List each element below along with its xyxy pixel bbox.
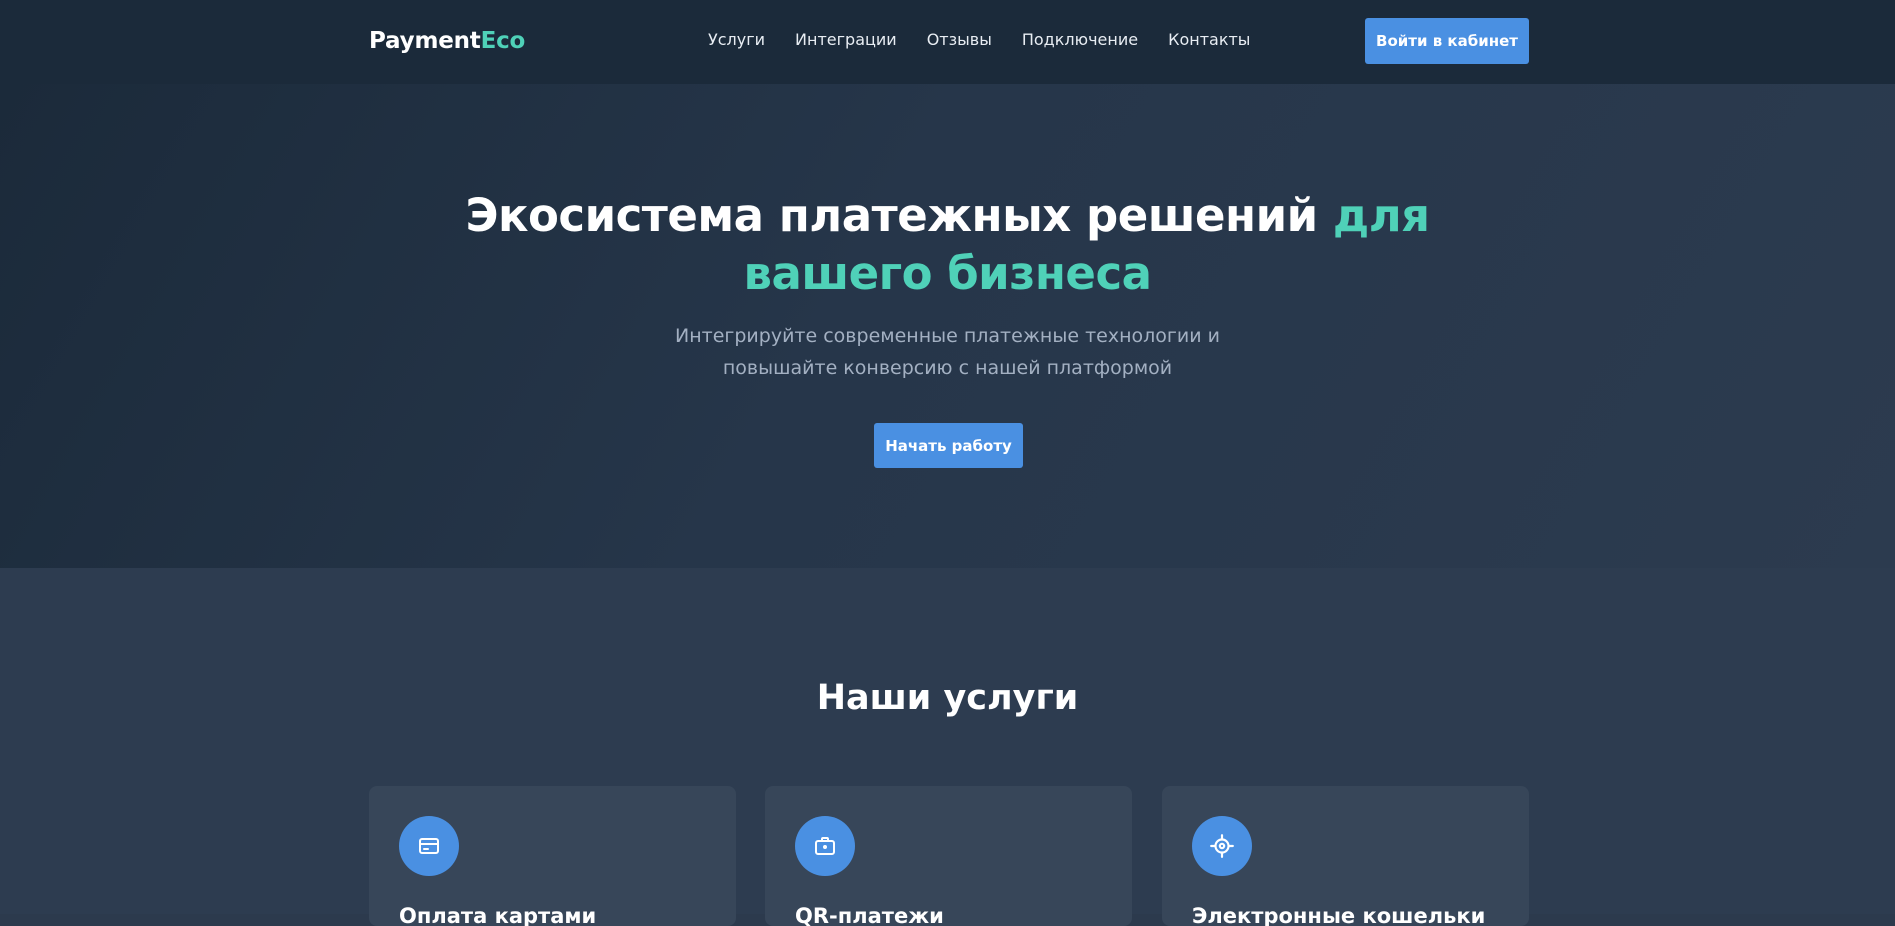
nav-link-integrations[interactable]: Интеграции: [795, 30, 897, 49]
service-card-qr[interactable]: QR-платежи: [765, 786, 1132, 926]
services-title: Наши услуги: [816, 678, 1079, 718]
service-card-title: Электронные кошельки: [1192, 904, 1486, 926]
hero-subtitle: Интегрируйте современные платежные техно…: [675, 325, 1220, 379]
service-card-title: Оплата картами: [399, 904, 597, 926]
hero-section: Экосистема платежных решений для вашего …: [0, 84, 1895, 568]
logo[interactable]: PaymentEco: [369, 28, 525, 54]
target-icon: [1192, 816, 1252, 876]
hero-title: Экосистема платежных решений для вашего …: [380, 187, 1515, 303]
nav-link-contacts[interactable]: Контакты: [1168, 30, 1250, 49]
credit-card-icon: [399, 816, 459, 876]
start-button[interactable]: Начать работу: [874, 423, 1023, 468]
main-nav: Услуги Интеграции Отзывы Подключение Кон…: [708, 30, 1250, 49]
logo-main: Payment: [369, 28, 481, 54]
hero-title-main: Экосистема платежных решений: [465, 189, 1333, 242]
site-header: PaymentEco Услуги Интеграции Отзывы Подк…: [0, 0, 1895, 84]
header-container: PaymentEco Услуги Интеграции Отзывы Подк…: [369, 0, 1529, 84]
service-card-wallets[interactable]: Электронные кошельки: [1162, 786, 1529, 926]
nav-link-services[interactable]: Услуги: [708, 30, 765, 49]
service-card-title: QR-платежи: [795, 904, 944, 926]
logo-accent: Eco: [480, 28, 526, 54]
briefcase-icon: [795, 816, 855, 876]
services-section: Наши услуги Оплата картами QR-платежи Эл…: [0, 568, 1895, 926]
nav-link-reviews[interactable]: Отзывы: [927, 30, 992, 49]
nav-link-connection[interactable]: Подключение: [1022, 30, 1138, 49]
service-card-cards[interactable]: Оплата картами: [369, 786, 736, 926]
login-button[interactable]: Войти в кабинет: [1365, 18, 1529, 64]
